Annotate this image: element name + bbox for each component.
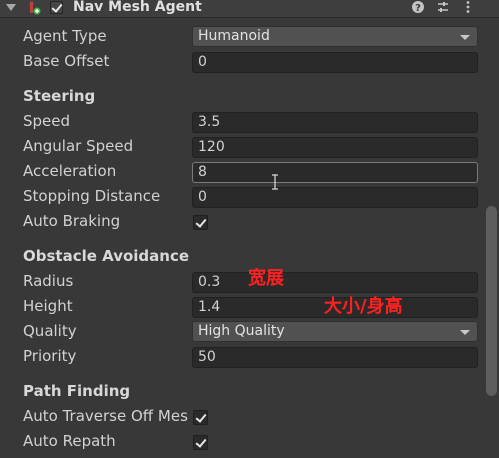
text-cursor-icon: [272, 174, 278, 190]
path-finding-heading: Path Finding: [23, 382, 131, 400]
auto-repath-checkbox[interactable]: [193, 435, 208, 450]
priority-label: Priority: [23, 347, 77, 365]
auto-braking-checkbox[interactable]: [193, 215, 208, 230]
auto-traverse-label: Auto Traverse Off Mes: [23, 407, 188, 425]
agent-type-dropdown[interactable]: Humanoid: [192, 26, 478, 47]
quality-label: Quality: [23, 322, 77, 340]
steering-heading: Steering: [23, 87, 96, 105]
component-header[interactable]: Nav Mesh Agent ?: [0, 0, 499, 18]
agent-type-label: Agent Type: [23, 27, 107, 45]
inspector-panel: Nav Mesh Agent ? Agent Type Humanoid Bas…: [0, 0, 499, 458]
base-offset-label: Base Offset: [23, 52, 110, 70]
height-annotation: 大小/身高: [324, 296, 403, 317]
height-label: Height: [23, 297, 73, 315]
obstacle-avoidance-heading: Obstacle Avoidance: [23, 247, 190, 265]
angular-speed-input[interactable]: 120: [192, 137, 478, 158]
auto-traverse-checkbox[interactable]: [193, 410, 208, 425]
agent-type-value: Humanoid: [198, 28, 270, 44]
chevron-down-icon: [460, 330, 470, 335]
auto-braking-label: Auto Braking: [23, 212, 121, 230]
quality-dropdown[interactable]: High Quality: [192, 321, 478, 342]
chevron-down-icon: [460, 35, 470, 40]
priority-input[interactable]: 50: [192, 347, 478, 368]
fold-arrow-icon[interactable]: [6, 4, 16, 11]
help-icon[interactable]: ?: [411, 0, 425, 14]
speed-input[interactable]: 3.5: [192, 112, 478, 133]
base-offset-input[interactable]: 0: [192, 52, 478, 73]
nav-agent-component-icon: [29, 1, 41, 15]
presets-icon[interactable]: [436, 0, 450, 14]
radius-label: Radius: [23, 272, 74, 290]
acceleration-input[interactable]: 8: [192, 162, 478, 183]
component-enabled-checkbox[interactable]: [50, 1, 63, 14]
svg-text:?: ?: [415, 3, 421, 14]
quality-value: High Quality: [198, 323, 285, 339]
radius-annotation: 宽展: [248, 268, 284, 289]
acceleration-label: Acceleration: [23, 162, 117, 180]
auto-repath-label: Auto Repath: [23, 432, 116, 450]
speed-label: Speed: [23, 112, 71, 130]
angular-speed-label: Angular Speed: [23, 137, 134, 155]
stopping-distance-label: Stopping Distance: [23, 187, 161, 205]
scrollbar-thumb[interactable]: [486, 206, 497, 396]
stopping-distance-input[interactable]: 0: [192, 187, 478, 208]
radius-input[interactable]: 0.3: [192, 272, 478, 293]
component-title: Nav Mesh Agent: [73, 0, 202, 15]
more-menu-icon[interactable]: [461, 0, 475, 14]
